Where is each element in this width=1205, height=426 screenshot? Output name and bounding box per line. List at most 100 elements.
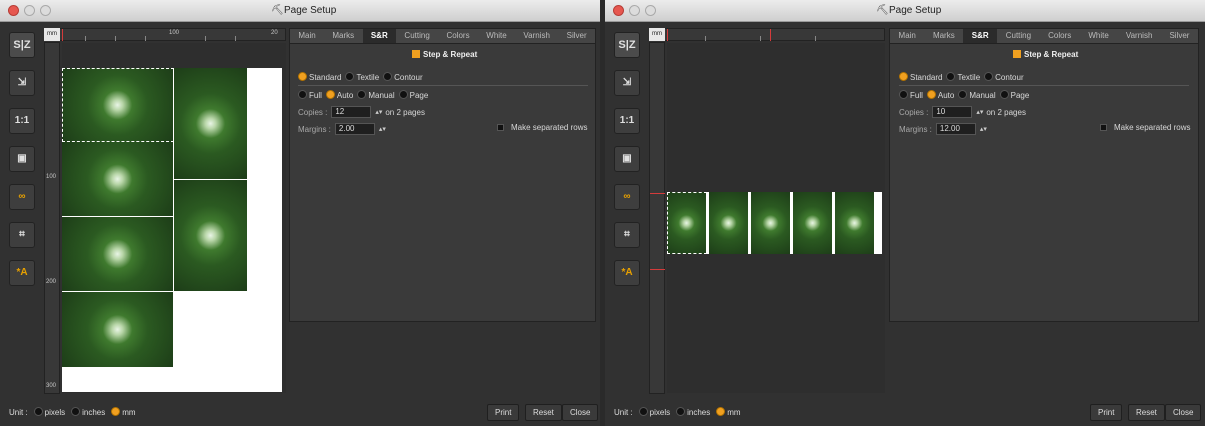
print-button[interactable]: Print [1090, 404, 1123, 421]
step-repeat-checkbox[interactable]: Step & Repeat [412, 50, 477, 59]
radio-manual[interactable]: Manual [357, 90, 395, 100]
auto-text-icon[interactable]: *A [9, 260, 35, 286]
zoom-window-icon[interactable] [645, 5, 656, 16]
margins-field[interactable]: 2.00 [334, 123, 375, 135]
tab-cutting[interactable]: Cutting [396, 29, 438, 43]
tab-marks[interactable]: Marks [324, 29, 362, 43]
close-window-icon[interactable] [8, 5, 19, 16]
separated-rows-checkbox[interactable]: Make separated rows [497, 123, 587, 132]
repeat-image[interactable] [793, 192, 833, 254]
unit-pixels[interactable]: pixels [638, 407, 670, 417]
checkbox-checked-icon [412, 50, 420, 58]
fit-page-icon[interactable]: ▣ [614, 146, 640, 172]
tab-silver[interactable]: Silver [1161, 29, 1198, 43]
repeat-image[interactable] [62, 142, 174, 216]
radio-full[interactable]: Full [899, 90, 923, 100]
tab-white[interactable]: White [478, 29, 515, 43]
tab-s-and-r[interactable]: S&R [963, 29, 998, 43]
radio-textile[interactable]: Textile [946, 72, 980, 82]
repeat-image[interactable] [62, 217, 174, 291]
print-button[interactable]: Print [487, 404, 520, 421]
radio-manual[interactable]: Manual [958, 90, 996, 100]
minimize-window-icon[interactable] [629, 5, 640, 16]
tab-main[interactable]: Main [890, 29, 924, 43]
tab-s-and-r[interactable]: S&R [362, 29, 397, 43]
zoom-window-icon[interactable] [40, 5, 51, 16]
preview-canvas[interactable] [667, 43, 885, 393]
repeat-image-selected[interactable] [62, 68, 174, 142]
tab-varnish[interactable]: Varnish [515, 29, 558, 43]
ruler-label-100: 100 [46, 174, 57, 180]
unit-inches[interactable]: inches [71, 407, 105, 417]
unit-inches[interactable]: inches [676, 407, 710, 417]
export-icon[interactable]: ⇲ [614, 70, 640, 96]
unit-label: Unit : [9, 407, 28, 417]
close-window-icon[interactable] [613, 5, 624, 16]
unit-mm[interactable]: mm [716, 407, 741, 417]
step-repeat-checkbox[interactable]: Step & Repeat [1013, 50, 1078, 59]
tab-marks[interactable]: Marks [924, 29, 963, 43]
actual-size-button[interactable]: 1:1 [614, 108, 640, 134]
ruler-label-200: 20 [271, 30, 278, 36]
app-icon: ⛏ [876, 5, 889, 16]
ruler-label-300: 300 [46, 383, 57, 389]
radio-standard[interactable]: Standard [298, 72, 341, 82]
auto-text-icon[interactable]: *A [614, 260, 640, 286]
repeat-image[interactable] [62, 292, 174, 367]
close-button[interactable]: Close [562, 404, 599, 421]
radio-contour[interactable]: Contour [383, 72, 423, 82]
fit-page-icon[interactable]: ▣ [9, 146, 35, 172]
margins-field[interactable]: 12.00 [935, 123, 976, 135]
radio-page[interactable]: Page [999, 90, 1029, 100]
center-icon[interactable]: ⌗ [614, 222, 640, 248]
step-repeat-label: Step & Repeat [423, 50, 478, 59]
link-icon[interactable]: ∞ [9, 184, 35, 210]
s-z-toggle-button[interactable]: S|Z [614, 32, 640, 58]
window-title: Page Setup [889, 5, 942, 16]
minimize-window-icon[interactable] [24, 5, 35, 16]
radio-auto[interactable]: Auto [926, 90, 954, 100]
repeat-image[interactable] [835, 192, 875, 254]
repeat-image[interactable] [174, 68, 248, 179]
unit-badge: mm [44, 28, 60, 41]
radio-contour[interactable]: Contour [984, 72, 1024, 82]
radio-full[interactable]: Full [298, 90, 322, 100]
preview-canvas[interactable] [62, 43, 286, 393]
center-icon[interactable]: ⌗ [9, 222, 35, 248]
tab-colors[interactable]: Colors [1040, 29, 1080, 43]
margins-stepper[interactable]: ▴▾ [980, 125, 987, 133]
reset-button[interactable]: Reset [525, 404, 562, 421]
s-z-toggle-button[interactable]: S|Z [9, 32, 35, 58]
copies-field[interactable]: 10 [932, 106, 973, 118]
repeat-image-selected[interactable] [667, 192, 707, 254]
export-icon[interactable]: ⇲ [9, 70, 35, 96]
tab-white[interactable]: White [1080, 29, 1118, 43]
close-button[interactable]: Close [1165, 404, 1202, 421]
margins-label: Margins : [298, 124, 331, 134]
margins-stepper[interactable]: ▴▾ [379, 125, 386, 133]
copies-stepper[interactable]: ▴▾ [976, 108, 983, 116]
repeat-image[interactable] [709, 192, 749, 254]
tab-colors[interactable]: Colors [438, 29, 478, 43]
copies-field[interactable]: 12 [331, 106, 372, 118]
tab-varnish[interactable]: Varnish [1117, 29, 1161, 43]
fill-radio-group: Full Auto Manual Page [899, 90, 1029, 100]
radio-standard[interactable]: Standard [899, 72, 942, 82]
tab-main[interactable]: Main [290, 29, 324, 43]
top-ruler: 100 20 [44, 28, 286, 41]
separated-rows-checkbox[interactable]: Make separated rows [1100, 123, 1190, 132]
repeat-image[interactable] [751, 192, 791, 254]
tab-silver[interactable]: Silver [558, 29, 595, 43]
unit-pixels[interactable]: pixels [33, 407, 65, 417]
link-icon[interactable]: ∞ [614, 184, 640, 210]
radio-page[interactable]: Page [398, 90, 428, 100]
repeat-image[interactable] [174, 180, 248, 291]
tab-cutting[interactable]: Cutting [997, 29, 1039, 43]
reset-button[interactable]: Reset [1128, 404, 1165, 421]
copies-label: Copies : [899, 107, 929, 117]
radio-auto[interactable]: Auto [325, 90, 353, 100]
unit-mm[interactable]: mm [111, 407, 136, 417]
radio-textile[interactable]: Textile [345, 72, 379, 82]
actual-size-button[interactable]: 1:1 [9, 108, 35, 134]
copies-stepper[interactable]: ▴▾ [375, 108, 382, 116]
